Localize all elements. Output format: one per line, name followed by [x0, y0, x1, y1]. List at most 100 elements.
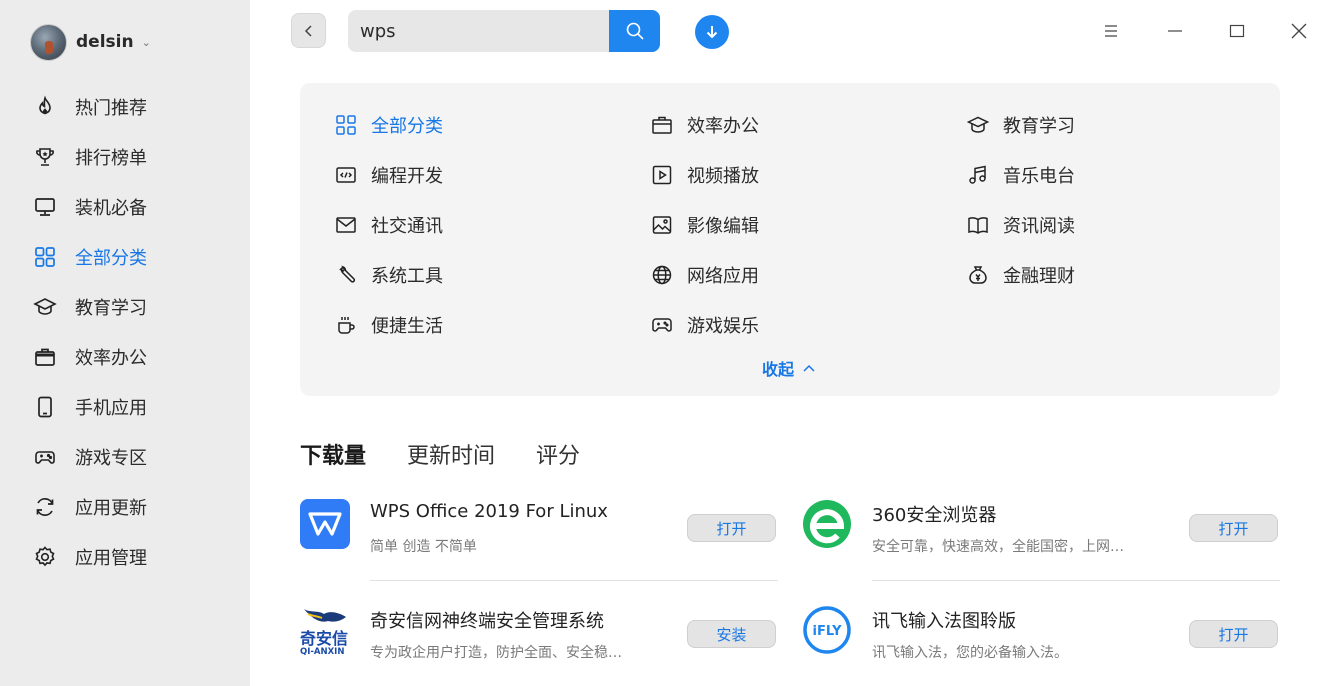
category-games[interactable]: 游戏娱乐: [651, 312, 759, 338]
install-button[interactable]: 安装: [687, 620, 776, 648]
category-label: 教育学习: [1003, 116, 1075, 137]
collapse-button[interactable]: 收起: [762, 356, 816, 380]
graduation-cap-icon: [32, 294, 58, 320]
category-programming[interactable]: 编程开发: [335, 162, 443, 188]
sidebar-item-label: 装机必备: [75, 198, 147, 219]
sidebar-item-games[interactable]: 游戏专区: [32, 443, 147, 471]
category-video[interactable]: 视频播放: [651, 162, 759, 188]
sidebar-item-ranking[interactable]: 排行榜单: [32, 143, 147, 171]
mail-icon: [335, 214, 357, 236]
category-life[interactable]: 便捷生活: [335, 312, 443, 338]
sidebar-item-label: 应用管理: [75, 548, 147, 569]
category-label: 效率办公: [687, 116, 759, 137]
category-finance[interactable]: 金融理财: [967, 262, 1075, 288]
download-arrow-icon: [706, 26, 718, 39]
category-label: 编程开发: [371, 166, 443, 187]
category-social[interactable]: 社交通讯: [335, 212, 443, 238]
category-label: 资讯阅读: [1003, 216, 1075, 237]
search-input[interactable]: wps: [348, 10, 609, 52]
category-label: 金融理财: [1003, 266, 1075, 287]
sidebar-item-hot[interactable]: 热门推荐: [32, 93, 147, 121]
sidebar-item-label: 效率办公: [75, 348, 147, 369]
category-education[interactable]: 教育学习: [967, 112, 1075, 138]
trophy-icon: [32, 144, 58, 170]
app-item-qianxin[interactable]: 奇安信 QI-ANXIN 奇安信网神终端安全管理系统 专为政企用户打造，防护全面、…: [300, 605, 780, 685]
collapse-label: 收起: [762, 360, 795, 379]
sidebar-item-manage[interactable]: 应用管理: [32, 543, 147, 571]
refresh-icon: [32, 494, 58, 520]
chevron-up-icon: [803, 364, 815, 372]
category-label: 便捷生活: [371, 316, 443, 337]
category-label: 全部分类: [371, 116, 443, 137]
open-button[interactable]: 打开: [687, 514, 776, 542]
divider: [370, 580, 778, 581]
tab-downloads[interactable]: 下载量: [300, 438, 366, 470]
chevron-down-icon: ⌄: [141, 35, 151, 49]
code-icon: [335, 164, 357, 186]
category-label: 音乐电台: [1003, 166, 1075, 187]
minimize-button[interactable]: [1160, 16, 1190, 46]
svg-text:奇安信: 奇安信: [300, 629, 348, 648]
flame-icon: [32, 94, 58, 120]
cup-icon: [335, 314, 357, 336]
sidebar-item-education[interactable]: 教育学习: [32, 293, 147, 321]
category-system-tools[interactable]: 系统工具: [335, 262, 443, 288]
category-label: 游戏娱乐: [687, 316, 759, 337]
category-music[interactable]: 音乐电台: [967, 162, 1075, 188]
image-icon: [651, 214, 673, 236]
close-button[interactable]: [1284, 16, 1314, 46]
close-icon: [1291, 23, 1307, 39]
sidebar-item-essentials[interactable]: 装机必备: [32, 193, 147, 221]
grid-icon: [32, 244, 58, 270]
category-reading[interactable]: 资讯阅读: [967, 212, 1075, 238]
briefcase-icon: [32, 344, 58, 370]
minimize-icon: [1168, 30, 1182, 32]
category-office[interactable]: 效率办公: [651, 112, 759, 138]
sidebar-item-label: 应用更新: [75, 498, 147, 519]
search-button[interactable]: [609, 10, 660, 52]
gamepad-icon: [32, 444, 58, 470]
sidebar-item-mobile[interactable]: 手机应用: [32, 393, 147, 421]
app-item-360-browser[interactable]: 360安全浏览器 安全可靠，快速高效，全能国密，上网… 打开: [802, 499, 1282, 581]
app-description: 专为政企用户打造，防护全面、安全稳…: [370, 645, 622, 661]
sidebar-item-label: 教育学习: [75, 298, 147, 319]
sort-tabs: 下载量 更新时间 评分: [300, 438, 621, 470]
app-item-wps[interactable]: WPS Office 2019 For Linux 简单 创造 不简单 打开: [300, 499, 780, 581]
app-name: 奇安信网神终端安全管理系统: [370, 611, 604, 632]
gamepad-icon: [651, 314, 673, 336]
qianxin-logo-icon: 奇安信 QI-ANXIN: [300, 605, 350, 657]
sidebar-item-label: 热门推荐: [75, 98, 147, 119]
app-item-ifly[interactable]: iFLY 讯飞输入法图聆版 讯飞输入法，您的必备输入法。 打开: [802, 605, 1282, 685]
app-name: 360安全浏览器: [872, 505, 997, 526]
maximize-icon: [1229, 24, 1245, 38]
open-button[interactable]: 打开: [1189, 514, 1278, 542]
category-all[interactable]: 全部分类: [335, 112, 443, 138]
sidebar-item-office[interactable]: 效率办公: [32, 343, 147, 371]
user-menu[interactable]: delsin ⌄: [30, 23, 151, 61]
sidebar-item-updates[interactable]: 应用更新: [32, 493, 147, 521]
globe-icon: [651, 264, 673, 286]
category-label: 视频播放: [687, 166, 759, 187]
gear-icon: [32, 544, 58, 570]
chevron-left-icon: [304, 24, 312, 37]
sidebar-item-all-categories[interactable]: 全部分类: [32, 243, 147, 271]
sidebar-item-label: 全部分类: [75, 248, 147, 269]
music-icon: [967, 164, 989, 186]
menu-button[interactable]: [1096, 16, 1126, 46]
tab-update-time[interactable]: 更新时间: [407, 438, 495, 470]
grid-icon: [335, 114, 357, 136]
category-network[interactable]: 网络应用: [651, 262, 759, 288]
category-panel: 全部分类 编程开发 社交通讯 系统工具 便捷生活 效率办公 视频播放 影像编辑 …: [300, 83, 1280, 396]
play-icon: [651, 164, 673, 186]
monitor-icon: [32, 194, 58, 220]
category-image-editing[interactable]: 影像编辑: [651, 212, 759, 238]
back-button[interactable]: [291, 13, 326, 48]
tab-rating[interactable]: 评分: [536, 438, 580, 470]
category-label: 网络应用: [687, 266, 759, 287]
download-manager-button[interactable]: [695, 15, 729, 49]
svg-text:QI-ANXIN: QI-ANXIN: [300, 647, 344, 655]
open-button[interactable]: 打开: [1189, 620, 1278, 648]
ifly-logo-icon: iFLY: [802, 605, 852, 655]
graduation-cap-icon: [967, 114, 989, 136]
maximize-button[interactable]: [1222, 16, 1252, 46]
